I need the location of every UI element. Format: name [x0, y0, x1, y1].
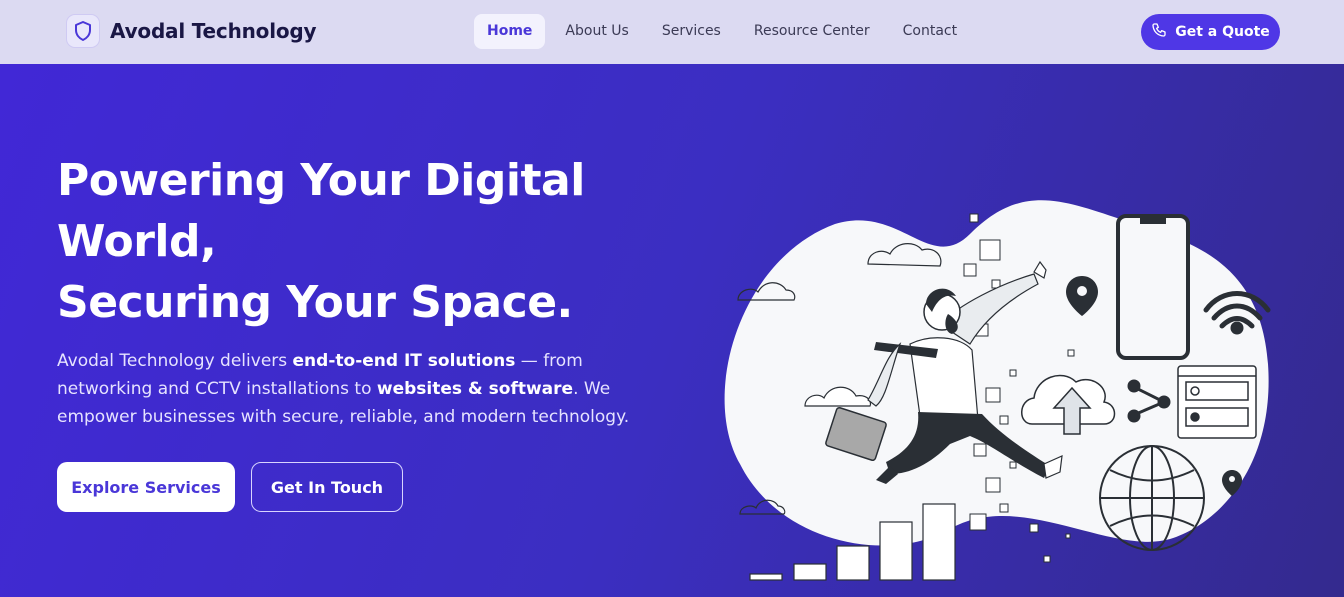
shield-icon [66, 14, 100, 48]
nav-item-about-us[interactable]: About Us [552, 14, 641, 49]
explore-services-button[interactable]: Explore Services [57, 462, 235, 512]
main-menu: Home About Us Services Resource Center C… [474, 14, 977, 49]
nav-item-home[interactable]: Home [474, 14, 546, 49]
hero-title: Powering Your Digital World, Securing Yo… [57, 150, 677, 333]
get-a-quote-button[interactable]: Get a Quote [1141, 14, 1280, 50]
hero-title-line-3: Securing Your Space. [57, 277, 573, 328]
brand-logo[interactable]: Avodal Technology [66, 14, 317, 48]
nav-item-contact[interactable]: Contact [890, 14, 970, 49]
desc-bold-1: end-to-end IT solutions [292, 351, 516, 371]
hero-description: Avodal Technology delivers end-to-end IT… [57, 347, 657, 431]
desc-bold-2: websites & software [376, 379, 574, 399]
globe-icon [1099, 445, 1205, 551]
hero-illustration [724, 200, 1271, 581]
get-in-touch-button[interactable]: Get In Touch [251, 462, 403, 512]
browser-window-icon [1177, 365, 1257, 439]
smartphone-icon [1116, 214, 1190, 360]
get-a-quote-label: Get a Quote [1175, 24, 1270, 40]
top-navbar: Avodal Technology Home About Us Services… [0, 0, 1344, 64]
nav-item-services[interactable]: Services [649, 14, 734, 49]
hero-title-line-1: Powering Your Digital [57, 155, 585, 206]
nav-item-resource-center[interactable]: Resource Center [741, 14, 883, 49]
desc-part-1: Avodal Technology delivers [57, 351, 293, 371]
brand-name: Avodal Technology [110, 19, 317, 43]
phone-icon [1151, 22, 1167, 42]
hero-section: Powering Your Digital World, Securing Yo… [0, 64, 1344, 597]
hero-title-line-2: World, [57, 216, 217, 267]
